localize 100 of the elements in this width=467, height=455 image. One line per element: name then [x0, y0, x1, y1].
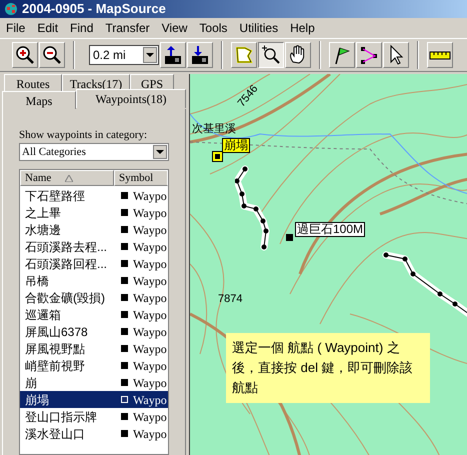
symbol-text: Waypo	[133, 238, 167, 256]
tab[interactable]: Tracks(17)	[62, 74, 130, 91]
zoom-in-tool-button[interactable]	[12, 42, 38, 68]
zoom-out-icon	[41, 44, 63, 66]
waypoint-row[interactable]: 合歡金礦(毀損) Waypo	[20, 289, 168, 306]
menu-item[interactable]: View	[156, 19, 194, 37]
waypoint-row[interactable]: 下石壁路徑 Waypo	[20, 187, 168, 204]
waypoint-label: 過巨石100M	[295, 222, 366, 237]
menu-item[interactable]: Edit	[31, 19, 64, 37]
waypoint-row[interactable]: 水塘邊 Waypo	[20, 221, 168, 238]
stream-label: 次基里溪	[192, 122, 236, 137]
menu-item[interactable]: Utilities	[233, 19, 284, 37]
symbol-text: Waypo	[133, 374, 167, 392]
waypoint-symbol-icon	[121, 277, 128, 284]
zoom-out-tool-button[interactable]	[39, 42, 65, 68]
waypoint-row[interactable]: 崩塌 Waypo	[20, 391, 168, 408]
route-icon	[358, 44, 380, 66]
waypoint-row[interactable]: 石頭溪路回程... Waypo	[20, 255, 168, 272]
waypoint-name: 吊橋	[24, 272, 50, 290]
zoom-tool-button[interactable]	[258, 42, 284, 68]
waypoint-row[interactable]: 屏風山6378 Waypo	[20, 323, 168, 340]
category-dropdown[interactable]: All Categories	[19, 143, 169, 161]
waypoint-name: 屏風視野點	[24, 340, 86, 358]
waypoint-row[interactable]: 吊橋 Waypo	[20, 272, 168, 289]
waypoint-name: 登山口指示牌	[24, 408, 98, 426]
waypoint-name: 崩塌	[24, 392, 50, 408]
symbol-text: Waypo	[133, 408, 167, 426]
ruler-tool-button[interactable]	[427, 42, 453, 68]
waypoint-row[interactable]: 峭壁前視野 Waypo	[20, 357, 168, 374]
waypoint-row[interactable]: 登山口指示牌 Waypo	[20, 408, 168, 425]
menu-item[interactable]: Tools	[193, 19, 234, 37]
symbol-text: Waypo	[133, 324, 167, 340]
waypoint-name: 合歡金礦(毀損)	[24, 290, 106, 306]
elevation-label: 7874	[218, 292, 242, 307]
hand-tool-button[interactable]	[285, 42, 311, 68]
window-title: 2004-0905 - MapSource	[22, 0, 166, 18]
polygon-icon	[233, 44, 255, 66]
symbol-text: Waypo	[133, 426, 167, 442]
category-label: Show waypoints in category:	[19, 128, 148, 143]
upload-tool-button[interactable]	[160, 42, 186, 68]
flag-tool-button[interactable]	[329, 42, 355, 68]
waypoint-row[interactable]: 崩 Waypo	[20, 374, 168, 391]
waypoint-symbol-icon	[121, 379, 128, 386]
waypoint-name: 峭壁前視野	[24, 358, 86, 374]
waypoint-name: 石頭溪路回程...	[24, 256, 108, 272]
waypoint-symbol-icon	[121, 413, 128, 420]
column-header[interactable]: Name	[20, 170, 114, 186]
column-header[interactable]: Symbol	[114, 170, 168, 186]
pointer-tool-button[interactable]	[383, 42, 409, 68]
callout-note: 選定一個 航點 ( Waypoint) 之後，直接按 del 鍵，即可刪除該航點	[226, 333, 430, 403]
waypoint-row[interactable]: 溪水登山口 Waypo	[20, 425, 168, 442]
waypoint-symbol-icon	[121, 260, 128, 267]
waypoint-symbol-icon	[121, 192, 128, 199]
waypoint-marker-icon[interactable]	[286, 234, 293, 241]
symbol-text: Waypo	[133, 340, 167, 358]
symbol-text: Waypo	[133, 392, 167, 408]
gps-download-icon	[189, 44, 211, 66]
area-tool-button[interactable]	[231, 42, 257, 68]
tab[interactable]: Routes	[4, 74, 62, 91]
waypoint-marker-icon[interactable]	[212, 151, 223, 162]
waypoint-symbol-icon	[121, 209, 128, 216]
magnifier-icon	[260, 44, 282, 66]
waypoint-name: 之上畢	[24, 204, 62, 222]
zoom-in-icon	[14, 44, 36, 66]
waypoint-row[interactable]: 屏風視野點 Waypo	[20, 340, 168, 357]
waypoint-name: 崩	[24, 374, 38, 392]
tab[interactable]: Waypoints(18)	[76, 89, 186, 108]
tab[interactable]: Maps	[2, 91, 76, 109]
menu-item[interactable]: Help	[284, 19, 321, 37]
menu-item[interactable]: File	[0, 19, 32, 37]
symbol-text: Waypo	[133, 358, 167, 374]
waypoint-name: 溪水登山口	[24, 426, 86, 442]
waypoint-name: 屏風山6378	[24, 324, 89, 340]
waypoint-symbol-icon	[121, 396, 128, 403]
symbol-text: Waypo	[133, 306, 167, 324]
waypoint-row[interactable]: 之上畢 Waypo	[20, 204, 168, 221]
waypoint-label: 崩塌	[222, 138, 250, 153]
symbol-text: Waypo	[133, 204, 167, 222]
download-tool-button[interactable]	[187, 42, 213, 68]
sort-arrow-icon	[65, 174, 74, 182]
waypoint-name: 水塘邊	[24, 222, 62, 238]
symbol-text: Waypo	[133, 256, 167, 272]
waypoint-symbol-icon	[121, 345, 128, 352]
menu-item[interactable]: Transfer	[99, 19, 156, 37]
waypoint-name: 巡邏箱	[24, 306, 62, 324]
symbol-text: Waypo	[133, 188, 167, 204]
waypoint-symbol-icon	[121, 294, 128, 301]
waypoint-symbol-icon	[121, 226, 128, 233]
waypoint-symbol-icon	[121, 328, 128, 335]
waypoint-row[interactable]: 巡邏箱 Waypo	[20, 306, 168, 323]
waypoint-row[interactable]: 石頭溪路去程... Waypo	[20, 238, 168, 255]
symbol-text: Waypo	[133, 272, 167, 290]
gps-upload-icon	[162, 44, 184, 66]
menu-item[interactable]: Find	[64, 19, 100, 37]
waypoint-symbol-icon	[121, 243, 128, 250]
waypoint-name: 石頭溪路去程...	[24, 238, 108, 256]
waypoint-name: 下石壁路徑	[24, 188, 86, 204]
waypoint-symbol-icon	[121, 311, 128, 318]
scale-dropdown[interactable]: 0.2 mi	[89, 45, 159, 65]
route-tool-button[interactable]	[356, 42, 382, 68]
